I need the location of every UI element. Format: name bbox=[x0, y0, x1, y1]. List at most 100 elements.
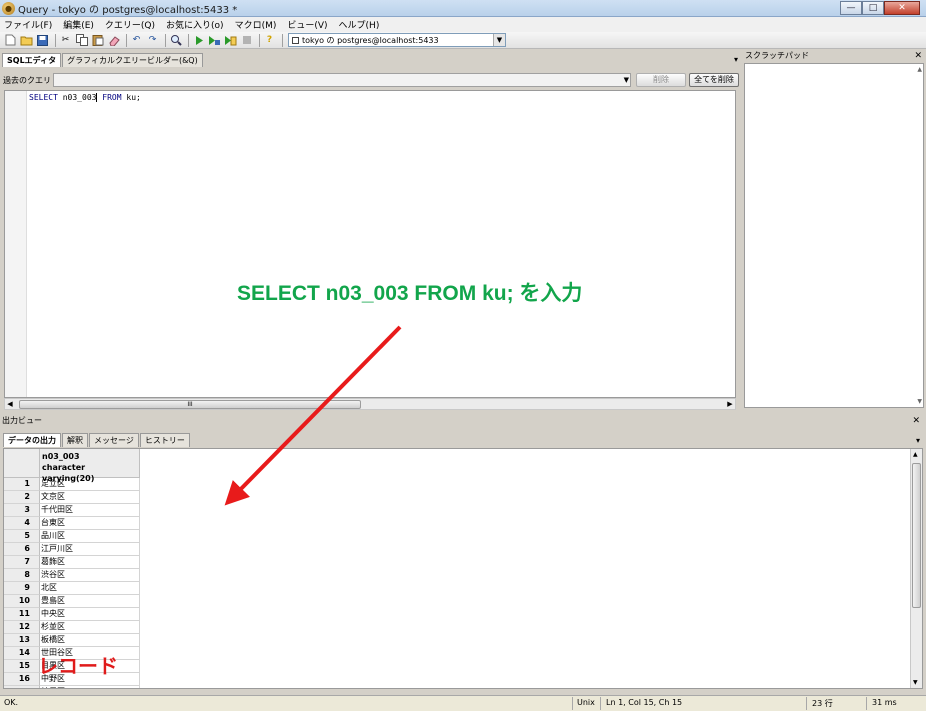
scroll-thumb[interactable] bbox=[912, 463, 921, 608]
minimize-button[interactable]: — bbox=[840, 1, 862, 15]
cell-value[interactable]: 台東区 bbox=[40, 517, 140, 530]
cancel-icon[interactable] bbox=[240, 34, 253, 47]
editor-horizontal-scrollbar[interactable]: ◀ III ▶ bbox=[4, 398, 736, 410]
row-number[interactable]: 11 bbox=[4, 608, 40, 621]
row-number[interactable]: 12 bbox=[4, 621, 40, 634]
cell-value[interactable]: 足立区 bbox=[40, 478, 140, 491]
scroll-thumb[interactable]: III bbox=[19, 400, 361, 409]
close-icon[interactable]: ✕ bbox=[912, 415, 920, 427]
tab-data-output[interactable]: データの出力 bbox=[3, 433, 61, 447]
scroll-left-icon[interactable]: ◀ bbox=[5, 399, 15, 409]
table-row[interactable]: 12 杉並区 bbox=[4, 621, 140, 634]
table-row[interactable]: 7 葛飾区 bbox=[4, 556, 140, 569]
table-row[interactable]: 1 足立区 bbox=[4, 478, 140, 491]
search-icon[interactable] bbox=[169, 34, 182, 47]
cell-value[interactable]: 江戸川区 bbox=[40, 543, 140, 556]
cell-value[interactable]: 千代田区 bbox=[40, 504, 140, 517]
table-row[interactable]: 5 品川区 bbox=[4, 530, 140, 543]
scroll-right-icon[interactable]: ▶ bbox=[725, 399, 735, 409]
close-icon[interactable]: ✕ bbox=[914, 50, 922, 62]
new-file-icon[interactable] bbox=[4, 34, 17, 47]
copy-icon[interactable] bbox=[75, 34, 88, 47]
history-select[interactable]: ▼ bbox=[53, 73, 631, 87]
tab-dropdown-icon[interactable]: ▾ bbox=[916, 436, 920, 445]
row-number[interactable]: 1 bbox=[4, 478, 40, 491]
execute-to-file-icon[interactable] bbox=[208, 34, 221, 47]
table-row[interactable]: 8 渋谷区 bbox=[4, 569, 140, 582]
menu-macros[interactable]: マクロ(M) bbox=[235, 18, 277, 31]
table-row[interactable]: 3 千代田区 bbox=[4, 504, 140, 517]
table-row[interactable]: 9 北区 bbox=[4, 582, 140, 595]
connection-select[interactable]: tokyo の postgres@localhost:5433 ▼ bbox=[288, 33, 506, 47]
paste-icon[interactable] bbox=[91, 34, 104, 47]
tab-history[interactable]: ヒストリー bbox=[139, 433, 190, 447]
close-window-button[interactable]: ✕ bbox=[884, 1, 920, 15]
cut-icon[interactable]: ✂ bbox=[59, 34, 72, 47]
tab-sql-editor[interactable]: SQLエディタ bbox=[2, 53, 62, 67]
scroll-down-icon[interactable]: ▼ bbox=[913, 679, 918, 686]
eraser-icon[interactable] bbox=[107, 34, 120, 47]
cell-value[interactable]: 中央区 bbox=[40, 608, 140, 621]
scroll-up-icon[interactable]: ▲ bbox=[913, 451, 918, 458]
execute-icon[interactable] bbox=[192, 34, 205, 47]
menu-file[interactable]: ファイル(F) bbox=[4, 18, 52, 31]
column-header-n03-003[interactable]: n03_003 character varying(20) bbox=[40, 449, 140, 483]
table-row[interactable]: 17練馬区 bbox=[4, 686, 140, 688]
scratchpad-text-area[interactable]: ▲ ▼ bbox=[744, 63, 924, 408]
menu-edit[interactable]: 編集(E) bbox=[63, 18, 94, 31]
cell-value[interactable]: 渋谷区 bbox=[40, 569, 140, 582]
row-number[interactable]: 17 bbox=[4, 686, 40, 688]
chevron-down-icon[interactable]: ▼ bbox=[624, 76, 629, 84]
row-number[interactable]: 9 bbox=[4, 582, 40, 595]
chevron-down-icon[interactable]: ▼ bbox=[493, 34, 505, 46]
tab-graphical-query-builder[interactable]: グラフィカルクエリービルダー(&Q) bbox=[62, 53, 203, 67]
cell-value[interactable]: 品川区 bbox=[40, 530, 140, 543]
maximize-button[interactable]: □ bbox=[862, 1, 884, 15]
menu-query[interactable]: クエリー(Q) bbox=[105, 18, 155, 31]
cell-value[interactable]: 板橋区 bbox=[40, 634, 140, 647]
delete-all-button[interactable]: 全てを削除 bbox=[689, 73, 739, 87]
redo-icon[interactable]: ↷ bbox=[146, 34, 159, 47]
row-number[interactable]: 8 bbox=[4, 569, 40, 582]
tab-explain[interactable]: 解釈 bbox=[62, 433, 88, 447]
table-row[interactable]: 11 中央区 bbox=[4, 608, 140, 621]
row-number[interactable]: 4 bbox=[4, 517, 40, 530]
row-number[interactable]: 16 bbox=[4, 673, 40, 686]
cell-value[interactable]: 文京区 bbox=[40, 491, 140, 504]
tab-messages[interactable]: メッセージ bbox=[89, 433, 139, 447]
grid-corner[interactable] bbox=[4, 449, 40, 478]
cell-value[interactable]: 北区 bbox=[40, 582, 140, 595]
table-row[interactable]: 2 文京区 bbox=[4, 491, 140, 504]
row-number[interactable]: 5 bbox=[4, 530, 40, 543]
connection-checkbox[interactable] bbox=[292, 36, 299, 44]
row-number[interactable]: 15 bbox=[4, 660, 40, 673]
sql-text-area[interactable]: SELECT n03_003 FROM ku; bbox=[4, 90, 736, 398]
save-icon[interactable] bbox=[36, 34, 49, 47]
row-number[interactable]: 6 bbox=[4, 543, 40, 556]
open-folder-icon[interactable] bbox=[20, 34, 33, 47]
menu-view[interactable]: ビュー(V) bbox=[287, 18, 327, 31]
cell-value[interactable]: 豊島区 bbox=[40, 595, 140, 608]
row-number[interactable]: 10 bbox=[4, 595, 40, 608]
row-number[interactable]: 2 bbox=[4, 491, 40, 504]
row-number[interactable]: 3 bbox=[4, 504, 40, 517]
undo-icon[interactable]: ↶ bbox=[130, 34, 143, 47]
grid-vertical-scrollbar[interactable]: ▲ ▼ bbox=[910, 449, 922, 688]
cell-value[interactable]: 杉並区 bbox=[40, 621, 140, 634]
cell-value[interactable]: 練馬区 bbox=[40, 686, 140, 688]
scroll-up-icon[interactable]: ▲ bbox=[917, 66, 922, 73]
cell-value[interactable]: 葛飾区 bbox=[40, 556, 140, 569]
scroll-down-icon[interactable]: ▼ bbox=[917, 398, 922, 405]
help-icon[interactable]: ? bbox=[263, 34, 276, 47]
tab-dropdown-icon[interactable]: ▾ bbox=[734, 55, 738, 64]
menu-help[interactable]: ヘルプ(H) bbox=[339, 18, 380, 31]
row-number[interactable]: 7 bbox=[4, 556, 40, 569]
explain-icon[interactable] bbox=[224, 34, 237, 47]
delete-button[interactable]: 削除 bbox=[636, 73, 686, 87]
table-row[interactable]: 10 豊島区 bbox=[4, 595, 140, 608]
table-row[interactable]: 6 江戸川区 bbox=[4, 543, 140, 556]
menu-favourites[interactable]: お気に入り(o) bbox=[166, 18, 224, 31]
table-row[interactable]: 13 板橋区 bbox=[4, 634, 140, 647]
row-number[interactable]: 14 bbox=[4, 647, 40, 660]
row-number[interactable]: 13 bbox=[4, 634, 40, 647]
